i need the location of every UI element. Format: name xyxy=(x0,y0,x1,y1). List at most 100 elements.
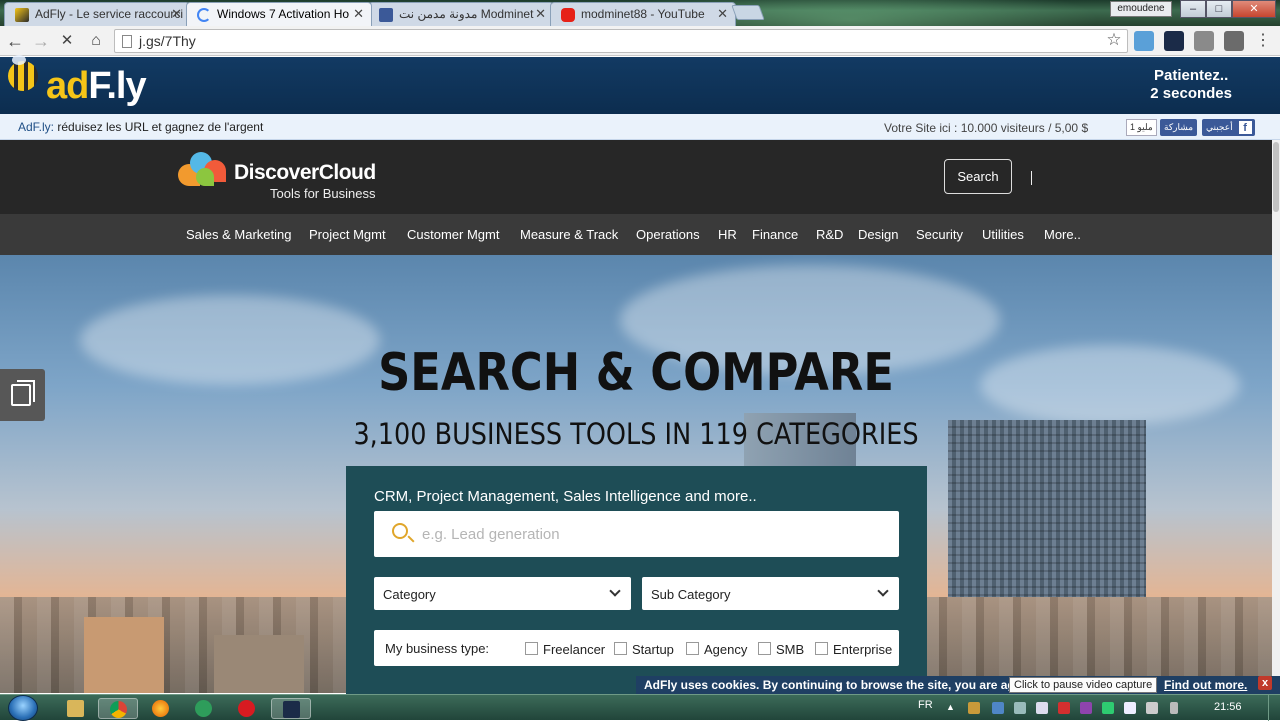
tool-search-box[interactable] xyxy=(374,511,899,557)
nav-utilities[interactable]: Utilities xyxy=(982,227,1024,242)
close-window-button[interactable]: ✕ xyxy=(1232,0,1276,18)
startup-checkbox[interactable] xyxy=(614,642,627,655)
nav-hr[interactable]: HR xyxy=(718,227,737,242)
smb-checkbox[interactable] xyxy=(758,642,771,655)
profile-name[interactable]: emoudene xyxy=(1110,1,1172,17)
nav-sales-marketing[interactable]: Sales & Marketing xyxy=(186,227,292,242)
enterprise-label[interactable]: Enterprise xyxy=(833,642,892,657)
taskbar-app[interactable] xyxy=(184,698,224,719)
tray-app-icon[interactable] xyxy=(992,702,1004,714)
nav-security[interactable]: Security xyxy=(916,227,963,242)
extension-icon[interactable] xyxy=(1194,31,1214,51)
bookmark-star-icon[interactable]: ☆ xyxy=(1103,29,1125,51)
nav-rnd[interactable]: R&D xyxy=(816,227,843,242)
taskbar-screen-recorder[interactable] xyxy=(271,698,311,719)
agency-checkbox[interactable] xyxy=(686,642,699,655)
volume-icon[interactable] xyxy=(1036,702,1048,714)
extension-icon[interactable] xyxy=(1134,31,1154,51)
taskbar-chrome[interactable] xyxy=(98,698,138,719)
freelancer-checkbox[interactable] xyxy=(525,642,538,655)
cookie-message: AdFly uses cookies. By continuing to bro… xyxy=(644,678,1020,692)
back-arrow-icon[interactable]: ← xyxy=(4,30,26,52)
header-search-button[interactable]: Search xyxy=(944,159,1012,194)
show-desktop-button[interactable] xyxy=(1268,695,1280,721)
taskbar-firefox[interactable] xyxy=(141,698,181,719)
show-hidden-icons-icon[interactable]: ▲ xyxy=(946,702,958,714)
puzzle-icon[interactable] xyxy=(1224,31,1244,51)
forward-arrow-icon[interactable]: → xyxy=(30,30,52,52)
tray-app-icon[interactable] xyxy=(968,702,980,714)
youtube-favicon xyxy=(561,8,575,22)
tray-app-icon[interactable] xyxy=(1058,702,1070,714)
category-select[interactable]: Category xyxy=(374,577,631,610)
enterprise-checkbox[interactable] xyxy=(815,642,828,655)
tab-windows-activation[interactable]: Windows 7 Activation Ho ✕ xyxy=(186,2,372,26)
app-icon xyxy=(195,700,212,717)
home-icon[interactable]: ⌂ xyxy=(85,30,107,52)
loading-spinner-icon xyxy=(197,8,211,22)
freelancer-label[interactable]: Freelancer xyxy=(543,642,605,657)
page-scrollbar[interactable] xyxy=(1272,140,1280,693)
menu-kebab-icon[interactable]: ⋮ xyxy=(1252,30,1274,52)
facebook-favicon xyxy=(379,8,393,22)
facebook-like-button[interactable]: أعجبني f xyxy=(1202,119,1255,136)
network-icon[interactable] xyxy=(1014,702,1026,714)
system-clock[interactable]: 21:56 xyxy=(1214,701,1242,713)
agency-label[interactable]: Agency xyxy=(704,642,747,657)
address-bar[interactable]: j.gs/7Thy xyxy=(114,29,1128,53)
tab-title: modminet88 - YouTube xyxy=(581,7,705,21)
extension-icon[interactable] xyxy=(1164,31,1184,51)
adfly-logo[interactable]: adF.ly xyxy=(46,65,147,108)
stop-loading-icon[interactable]: ✕ xyxy=(56,30,78,52)
smb-label[interactable]: SMB xyxy=(776,642,804,657)
language-indicator[interactable]: FR xyxy=(918,699,933,711)
tab-title: Windows 7 Activation Ho xyxy=(217,7,350,21)
text-cursor xyxy=(1031,171,1032,185)
nav-customer-mgmt[interactable]: Customer Mgmt xyxy=(407,227,499,242)
nav-measure-track[interactable]: Measure & Track xyxy=(520,227,618,242)
close-icon[interactable]: x xyxy=(1258,676,1272,690)
subcategory-select[interactable]: Sub Category xyxy=(642,577,899,610)
nav-finance[interactable]: Finance xyxy=(752,227,798,242)
start-button[interactable] xyxy=(8,695,38,721)
startup-label[interactable]: Startup xyxy=(632,642,674,657)
site-offer-link[interactable]: Votre Site ici : 10.000 visiteurs / 5,00… xyxy=(884,121,1088,135)
adfly-favicon xyxy=(15,8,29,22)
nav-operations[interactable]: Operations xyxy=(636,227,700,242)
battery-icon[interactable] xyxy=(1170,702,1178,714)
tab-close-icon[interactable]: ✕ xyxy=(171,6,182,22)
tool-search-input[interactable] xyxy=(422,523,882,545)
tab-modminet-facebook[interactable]: مدونة مدمن نت Modminet ✕ xyxy=(368,2,554,26)
tab-adfly[interactable]: AdFly - Le service raccourci ✕ xyxy=(4,2,190,26)
feedback-widget[interactable] xyxy=(0,369,45,421)
browser-toolbar: ← → ✕ ⌂ j.gs/7Thy ☆ xyxy=(0,26,1280,56)
opera-icon xyxy=(238,700,255,717)
minimize-button[interactable]: – xyxy=(1180,0,1206,18)
nav-more[interactable]: More.. xyxy=(1044,227,1081,242)
taskbar-opera[interactable] xyxy=(227,698,267,719)
facebook-icon: f xyxy=(1238,121,1252,134)
tab-close-icon[interactable]: ✕ xyxy=(717,6,728,22)
tray-app-icon[interactable] xyxy=(1080,702,1092,714)
tab-close-icon[interactable]: ✕ xyxy=(535,6,546,22)
business-type-filter: My business type: Freelancer Startup Age… xyxy=(374,630,899,666)
action-center-icon[interactable] xyxy=(1146,702,1158,714)
nav-design[interactable]: Design xyxy=(858,227,898,242)
windows-taskbar: FR ▲ 21:56 xyxy=(0,694,1280,721)
maximize-button[interactable]: □ xyxy=(1206,0,1232,18)
tab-close-icon[interactable]: ✕ xyxy=(353,6,364,22)
scrollbar-thumb[interactable] xyxy=(1273,142,1279,212)
tab-title: AdFly - Le service raccourci xyxy=(35,7,184,21)
taskbar-explorer[interactable] xyxy=(56,698,96,719)
new-tab-button[interactable] xyxy=(731,5,765,20)
facebook-share-button[interactable]: مشاركة xyxy=(1160,119,1198,136)
nav-project-mgmt[interactable]: Project Mgmt xyxy=(309,227,386,242)
find-out-more-link[interactable]: Find out more. xyxy=(1164,678,1247,692)
countdown-message: Patientez.. 2 secondes xyxy=(1150,67,1232,102)
tab-youtube[interactable]: modminet88 - YouTube ✕ xyxy=(550,2,736,26)
windows-flag-icon[interactable] xyxy=(1124,702,1136,714)
brand-name[interactable]: DiscoverCloud xyxy=(234,161,376,185)
tray-app-icon[interactable] xyxy=(1102,702,1114,714)
discovercloud-logo-icon[interactable] xyxy=(178,152,230,186)
like-count: 1 مليو xyxy=(1126,119,1157,136)
